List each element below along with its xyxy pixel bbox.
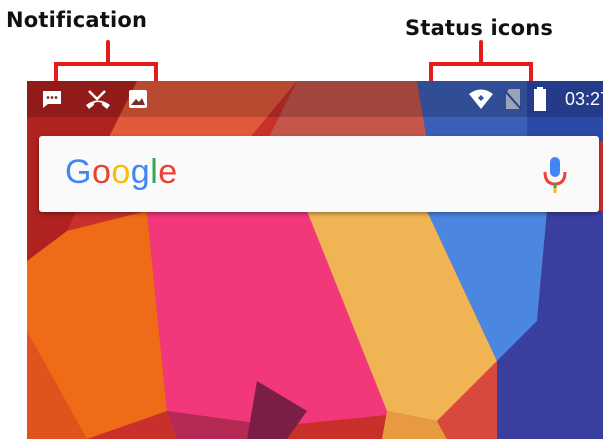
logo-letter-g2: g [130, 153, 151, 191]
missed-call-icon[interactable] [85, 81, 111, 117]
google-logo: Google [65, 153, 178, 192]
status-icons-callout-label: Status icons [405, 16, 554, 40]
status-icons-bracket [429, 40, 533, 84]
mic-icon[interactable] [541, 156, 569, 199]
home-screen: 03:27 Google [27, 81, 603, 439]
notification-bracket [54, 40, 158, 84]
no-sim-icon [504, 81, 522, 117]
logo-letter-o2: o [111, 153, 131, 191]
logo-letter-g: G [65, 153, 92, 191]
logo-letter-o1: o [91, 153, 112, 191]
wallpaper-image [27, 81, 603, 439]
logo-letter-e: e [158, 153, 178, 191]
notification-callout-label: Notification [6, 8, 148, 32]
battery-icon [533, 81, 547, 117]
chat-icon[interactable] [41, 81, 63, 117]
status-bar: 03:27 [27, 81, 603, 117]
wifi-icon [468, 81, 494, 117]
image-icon[interactable] [127, 81, 149, 117]
google-search-bar[interactable]: Google [39, 136, 599, 212]
clock-time: 03:27 [565, 89, 603, 109]
